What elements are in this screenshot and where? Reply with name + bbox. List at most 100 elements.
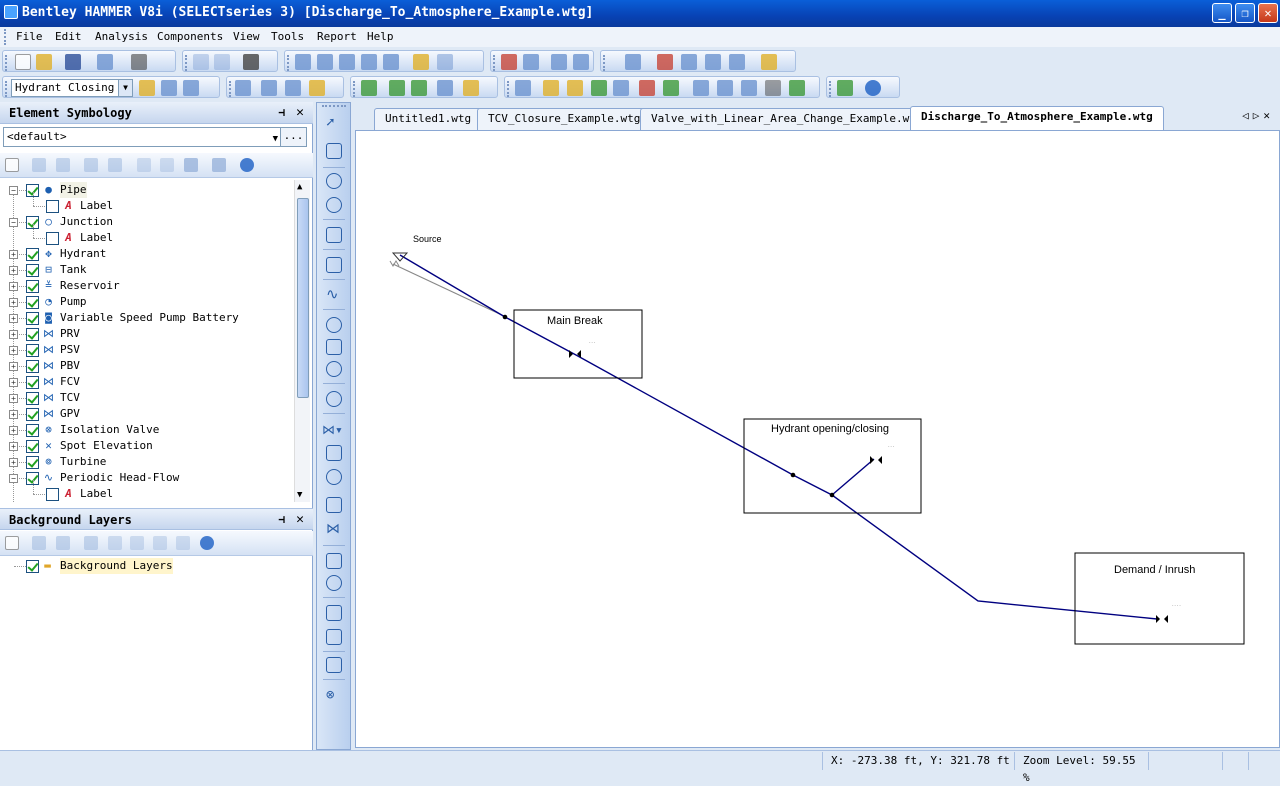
font-icon[interactable] [108, 158, 122, 172]
redo-icon[interactable] [214, 54, 230, 70]
help-icon[interactable] [240, 158, 254, 172]
expand-icon[interactable]: + [9, 266, 18, 275]
visibility-checkbox[interactable] [26, 312, 39, 325]
new-icon[interactable] [5, 158, 19, 172]
tree-item-prv[interactable]: + ⋈ PRV [0, 326, 294, 342]
junction-tool-icon[interactable] [326, 173, 342, 189]
turbine-tool-icon[interactable] [326, 391, 342, 407]
tree-item-psv[interactable]: + ⋈ PSV [0, 342, 294, 358]
tree-item-reservoir[interactable]: + ≚ Reservoir [0, 278, 294, 294]
pipe-layout-icon[interactable] [326, 143, 342, 159]
tree-item-pipe[interactable]: − ● Pipe [0, 182, 294, 198]
reservoir-tool-icon[interactable] [326, 257, 342, 273]
clipboard-icon[interactable] [463, 80, 479, 96]
tab-discharge-to-atmosphere[interactable]: Discharge_To_Atmosphere_Example.wtg [910, 106, 1164, 130]
tree-item-label[interactable]: A Label [0, 192, 294, 214]
move-down-icon[interactable] [160, 158, 174, 172]
menu-components[interactable]: Components [154, 27, 226, 47]
menu-view[interactable]: View [230, 27, 263, 47]
expand-icon[interactable]: + [9, 442, 18, 451]
toolbar-grip[interactable] [322, 105, 346, 107]
undo-icon[interactable] [193, 54, 209, 70]
pin-icon[interactable]: ⊣ [278, 509, 285, 531]
darwin-icon[interactable] [663, 80, 679, 96]
tank-tool-icon[interactable] [326, 227, 342, 243]
delete-icon[interactable] [32, 158, 46, 172]
expand-icon[interactable]: + [9, 362, 18, 371]
hammer-icon[interactable] [543, 80, 559, 96]
expand-icon[interactable]: + [9, 458, 18, 467]
thiessen-icon[interactable] [411, 80, 427, 96]
new-icon[interactable] [5, 536, 19, 550]
expand-icon[interactable]: + [9, 394, 18, 403]
visibility-checkbox[interactable] [26, 456, 39, 469]
skelebrator-icon[interactable] [567, 80, 583, 96]
close-icon[interactable]: ✕ [296, 509, 304, 531]
menu-analysis[interactable]: Analysis [92, 27, 151, 47]
tree-item-pump[interactable]: + ◔ Pump [0, 294, 294, 310]
chevron-down-icon[interactable]: ▼ [273, 130, 278, 148]
visibility-checkbox[interactable] [26, 280, 39, 293]
tree-item-pbv[interactable]: + ⋈ PBV [0, 358, 294, 374]
refresh-icon[interactable] [437, 54, 453, 70]
expand-icon[interactable]: + [9, 426, 18, 435]
ellipsis-button[interactable]: ... [280, 128, 306, 146]
zoom-out-icon[interactable] [361, 54, 377, 70]
pump-station-tool-icon[interactable] [326, 361, 342, 377]
pin-icon[interactable]: ⊣ [278, 102, 285, 124]
toolbar-grip[interactable] [229, 81, 232, 97]
link-icon[interactable] [717, 80, 733, 96]
collapse-icon[interactable]: − [9, 186, 18, 195]
tree-item-hydrant[interactable]: + ✥ Hydrant [0, 246, 294, 262]
expand-icon[interactable]: + [9, 314, 18, 323]
vspb-tool-icon[interactable] [326, 339, 342, 355]
validate-icon[interactable] [235, 80, 251, 96]
move-down-icon[interactable] [130, 536, 144, 550]
zoom-window-icon[interactable] [317, 54, 333, 70]
edit-icon[interactable] [84, 158, 98, 172]
globe-icon[interactable] [693, 80, 709, 96]
scenario-dropdown[interactable]: Hydrant Closing ▼ [11, 79, 133, 97]
tree-item-tcv[interactable]: + ⋈ TCV [0, 390, 294, 406]
menu-grip[interactable] [4, 29, 7, 45]
tree-item-gpv[interactable]: + ⋈ GPV [0, 406, 294, 422]
new-file-icon[interactable] [15, 54, 31, 70]
network-navigator-icon[interactable] [591, 80, 607, 96]
visibility-checkbox[interactable] [46, 232, 59, 245]
rename-icon[interactable] [56, 158, 70, 172]
expand-icon[interactable]: + [9, 330, 18, 339]
user-notifications-icon[interactable] [361, 80, 377, 96]
toolbar-grip[interactable] [603, 55, 606, 71]
zoom-in-icon[interactable] [339, 54, 355, 70]
pan-hand-icon[interactable] [413, 54, 429, 70]
move-top-icon[interactable] [153, 536, 167, 550]
maximize-button[interactable]: ❐ [1235, 3, 1255, 23]
toolbar-grip[interactable] [829, 81, 832, 97]
move-bottom-icon[interactable] [176, 536, 190, 550]
delete-icon[interactable] [32, 536, 46, 550]
tree-item-turbine[interactable]: + ⊚ Turbine [0, 454, 294, 470]
app-icon[interactable] [4, 5, 18, 19]
calculation-options-icon[interactable] [183, 80, 199, 96]
close-icon[interactable]: ✕ [296, 102, 304, 124]
tree-item-fcv[interactable]: + ⋈ FCV [0, 374, 294, 390]
move-up-icon[interactable] [137, 158, 151, 172]
visibility-checkbox[interactable] [26, 408, 39, 421]
valve-tool-icon[interactable]: ⋈▾ [322, 423, 343, 439]
tree-item-isolation-valve[interactable]: + ⊗ Isolation Valve [0, 422, 294, 438]
move-up-icon[interactable] [108, 536, 122, 550]
help-icon[interactable] [200, 536, 214, 550]
visibility-checkbox[interactable] [26, 344, 39, 357]
properties-icon[interactable] [761, 54, 777, 70]
database-icon[interactable] [437, 80, 453, 96]
close-button[interactable]: ✕ [1258, 3, 1278, 23]
orifice-tool-icon[interactable] [326, 497, 342, 513]
prv-tool-icon[interactable] [326, 445, 342, 461]
scenarios-icon[interactable] [139, 80, 155, 96]
network-drawing[interactable]: Source Main Break - - - Hydrant opening/… [356, 131, 1280, 749]
menu-report[interactable]: Report [314, 27, 360, 47]
expand-icon[interactable]: + [9, 346, 18, 355]
check-tool-icon[interactable] [789, 80, 805, 96]
check-valve-tool-icon[interactable] [326, 469, 342, 485]
drawing-canvas[interactable]: Source Main Break - - - Hydrant opening/… [355, 130, 1280, 748]
